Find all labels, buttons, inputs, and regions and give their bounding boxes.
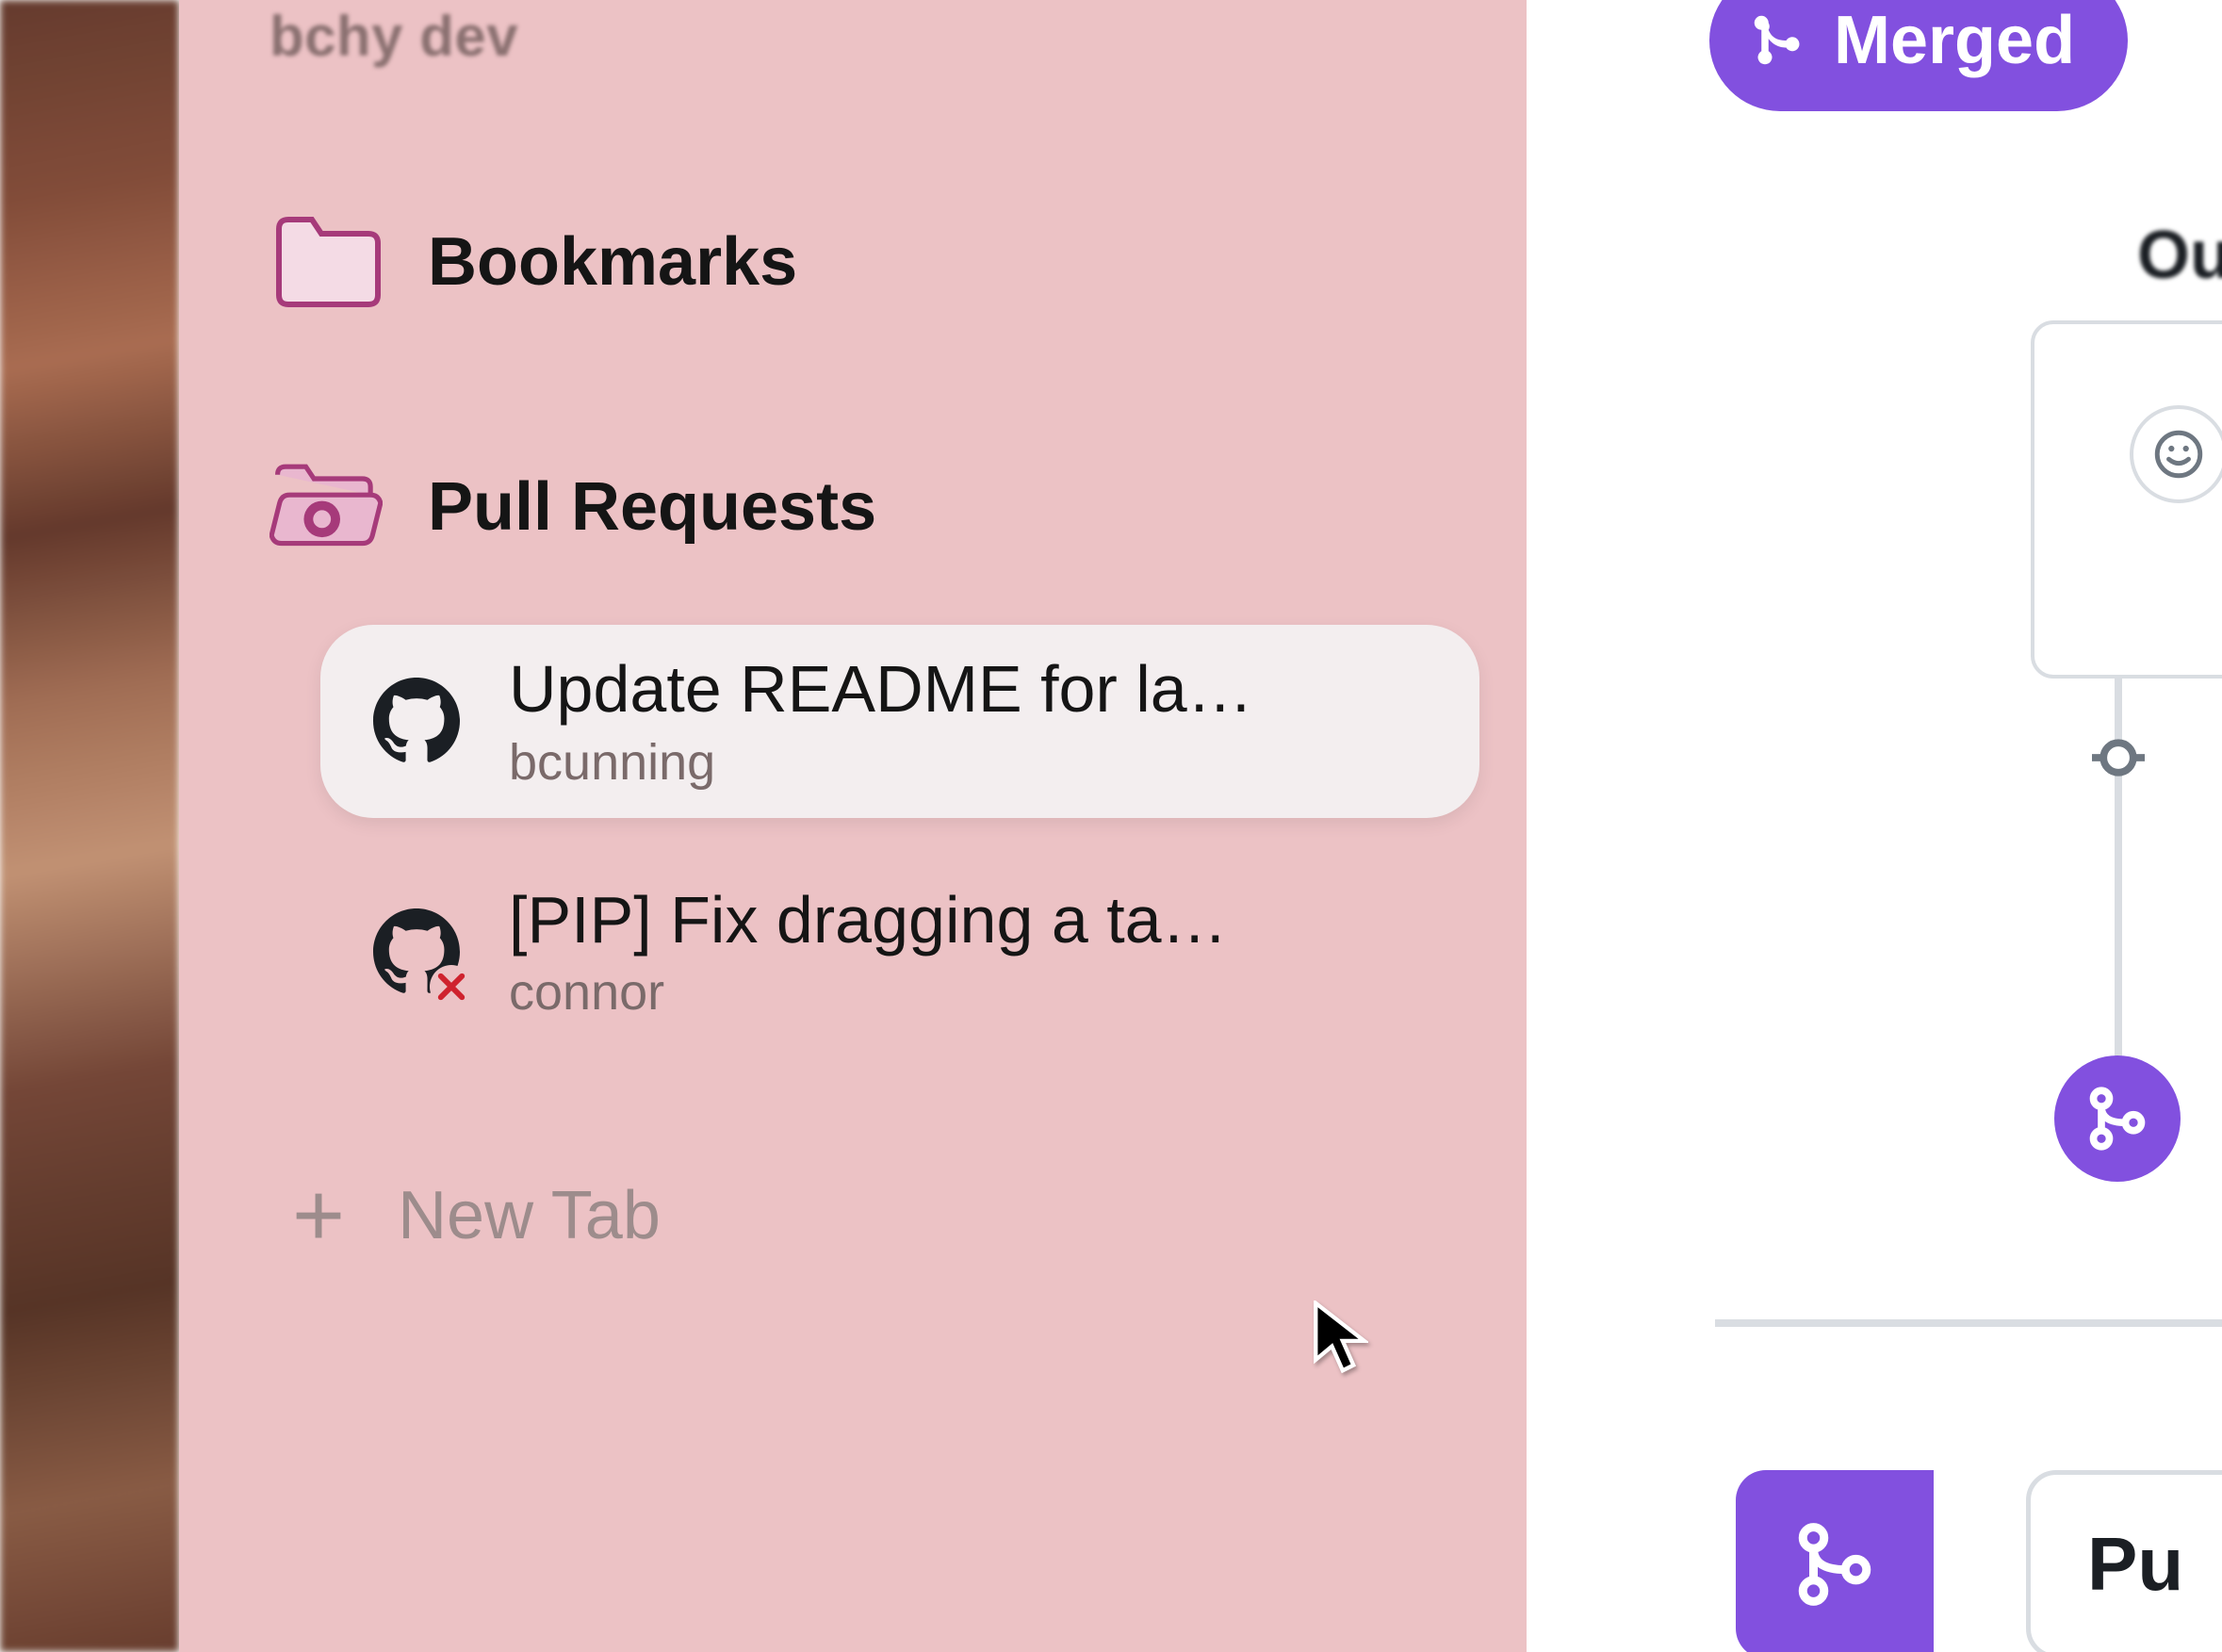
- bottom-partial-text: Pu: [2087, 1521, 2183, 1608]
- merge-node[interactable]: [2054, 1055, 2181, 1182]
- smiley-icon: [2152, 428, 2205, 481]
- new-tab-button[interactable]: + New Tab: [179, 1170, 1527, 1261]
- plus-icon: +: [292, 1170, 345, 1261]
- sidebar-section-pull-requests[interactable]: Pull Requests: [179, 455, 1527, 559]
- pull-request-author: bcunning: [509, 733, 1253, 792]
- closed-x-icon: [430, 965, 473, 1008]
- new-tab-label: New Tab: [398, 1177, 661, 1254]
- bookmarks-label: Bookmarks: [428, 223, 797, 301]
- pull-request-item[interactable]: [PIP] Fix dragging a ta… connor: [320, 856, 1479, 1049]
- pull-requests-label: Pull Requests: [428, 468, 876, 546]
- sidebar: bchy dev Bookmarks Pull Requests Update …: [179, 0, 1527, 1652]
- pull-request-list: Update README for la… bcunning [PIP] Fix…: [179, 625, 1527, 1048]
- divider: [1715, 1319, 2222, 1327]
- git-merge-icon: [1792, 1522, 1877, 1607]
- partial-heading: Ou: [2137, 217, 2222, 294]
- content-panel: Merged Ou Pu: [1527, 0, 2222, 1652]
- pull-request-item[interactable]: Update README for la… bcunning: [320, 625, 1479, 818]
- merge-button[interactable]: [1736, 1470, 1934, 1652]
- git-merge-icon: [2085, 1087, 2149, 1151]
- mouse-cursor: [1312, 1300, 1368, 1381]
- pull-request-title: Update README for la…: [509, 651, 1253, 728]
- desktop-wallpaper: [0, 0, 179, 1652]
- bottom-action-pill[interactable]: Pu: [2026, 1470, 2222, 1652]
- workspace-title[interactable]: bchy dev: [179, 0, 1527, 69]
- folder-open-icon: [270, 455, 383, 559]
- github-icon: [373, 678, 460, 764]
- sidebar-section-bookmarks[interactable]: Bookmarks: [179, 210, 1527, 314]
- commit-icon: [2092, 731, 2145, 784]
- merged-badge: Merged: [1709, 0, 2128, 111]
- pull-request-author: connor: [509, 963, 1228, 1022]
- emoji-reaction-button[interactable]: [2130, 405, 2222, 503]
- github-icon: [373, 908, 460, 995]
- folder-icon: [270, 210, 383, 314]
- merged-label: Merged: [1834, 2, 2075, 79]
- git-merge-icon: [1751, 12, 1807, 69]
- pull-request-title: [PIP] Fix dragging a ta…: [509, 882, 1228, 958]
